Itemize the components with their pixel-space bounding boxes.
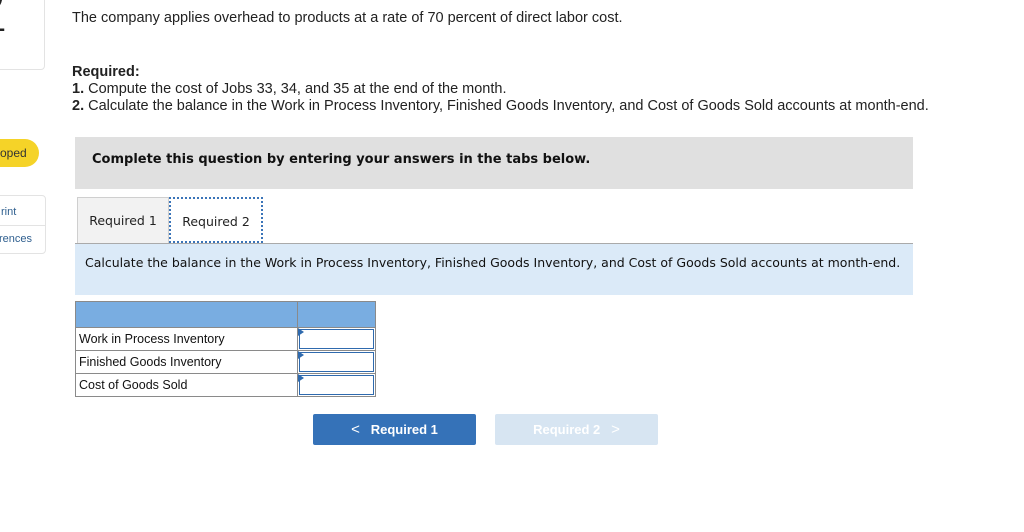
header-cell bbox=[297, 301, 376, 328]
table-row: Cost of Goods Sold bbox=[75, 373, 376, 397]
row-label: Work in Process Inventory bbox=[75, 327, 298, 351]
tab-required-1[interactable]: Required 1 bbox=[77, 197, 169, 243]
requirement-1: 1. Compute the cost of Jobs 33, 34, and … bbox=[72, 81, 506, 97]
table-row: Work in Process Inventory bbox=[75, 327, 376, 351]
answer-cell bbox=[297, 350, 376, 374]
dropdown-indicator-icon bbox=[298, 328, 304, 336]
chevron-left-icon: < bbox=[351, 421, 360, 438]
row-label: Cost of Goods Sold bbox=[75, 373, 298, 397]
side-links-panel: rint rences bbox=[0, 195, 46, 254]
references-link[interactable]: rences bbox=[0, 233, 32, 245]
requirement-number: 2. bbox=[72, 98, 85, 114]
status-badge: oped bbox=[0, 139, 39, 167]
next-button-label: Required 2 bbox=[533, 422, 601, 437]
print-link[interactable]: rint bbox=[1, 206, 16, 218]
requirement-text: Compute the cost of Jobs 33, 34, and 35 … bbox=[84, 81, 507, 97]
answer-cell bbox=[297, 373, 376, 397]
row-label: Finished Goods Inventory bbox=[75, 350, 298, 374]
tab-instruction: Calculate the balance in the Work in Pro… bbox=[75, 243, 913, 295]
divider bbox=[0, 225, 45, 226]
next-required-2-button[interactable]: Required 2 > bbox=[495, 414, 658, 445]
requirement-number: 1. bbox=[72, 81, 85, 97]
requirement-2: 2. Calculate the balance in the Work in … bbox=[72, 98, 929, 114]
prev-required-1-button[interactable]: < Required 1 bbox=[313, 414, 476, 445]
question-number: 2 bbox=[0, 0, 10, 46]
question-number-card: 2 bbox=[0, 0, 45, 70]
table-header-row bbox=[75, 301, 376, 328]
dropdown-indicator-icon bbox=[298, 351, 304, 359]
wip-inventory-input[interactable] bbox=[299, 329, 374, 349]
finished-goods-input[interactable] bbox=[299, 352, 374, 372]
banner-text: Complete this question by entering your … bbox=[92, 152, 591, 167]
cogs-input[interactable] bbox=[299, 375, 374, 395]
table-row: Finished Goods Inventory bbox=[75, 350, 376, 374]
required-heading: Required: bbox=[72, 64, 140, 80]
header-cell bbox=[75, 301, 298, 328]
prev-button-label: Required 1 bbox=[370, 422, 438, 437]
answer-table: Work in Process Inventory Finished Goods… bbox=[75, 301, 376, 397]
question-intro: The company applies overhead to products… bbox=[72, 10, 623, 26]
tab-required-2[interactable]: Required 2 bbox=[169, 197, 263, 243]
instructions-banner: Complete this question by entering your … bbox=[75, 137, 913, 189]
answer-cell bbox=[297, 327, 376, 351]
instruction-text: Calculate the balance in the Work in Pro… bbox=[85, 255, 901, 270]
requirement-text: Calculate the balance in the Work in Pro… bbox=[84, 98, 929, 114]
dropdown-indicator-icon bbox=[298, 374, 304, 382]
chevron-right-icon: > bbox=[611, 421, 620, 438]
